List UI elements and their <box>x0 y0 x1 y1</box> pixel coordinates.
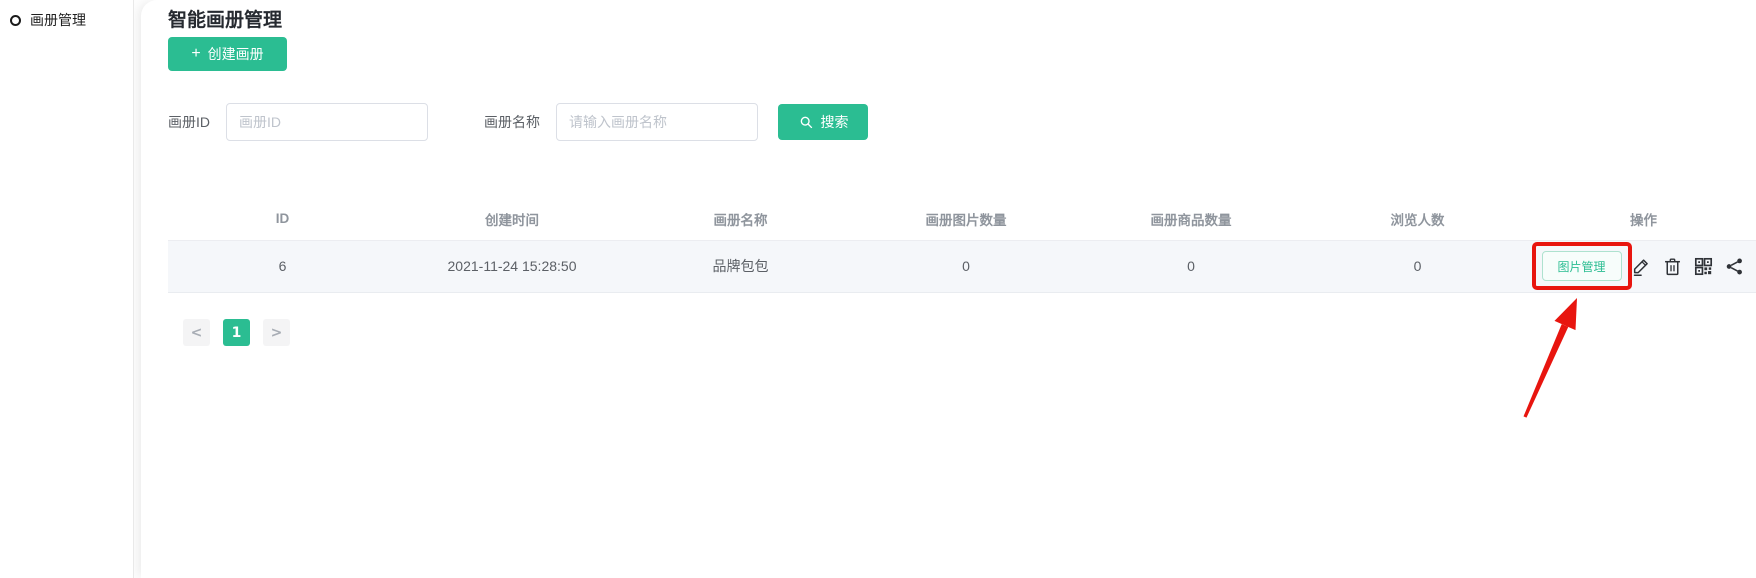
delete-icon <box>1662 256 1683 277</box>
col-header-view-count: 浏览人数 <box>1304 198 1531 240</box>
qrcode-icon <box>1693 256 1714 277</box>
col-header-image-count: 画册图片数量 <box>854 198 1078 240</box>
search-icon <box>798 114 814 130</box>
create-album-label: 创建画册 <box>208 44 264 64</box>
col-header-product-count: 画册商品数量 <box>1078 198 1304 240</box>
sidebar: 画册管理 <box>0 0 134 578</box>
page-title: 智能画册管理 <box>168 5 282 32</box>
main-content: 智能画册管理 + 创建画册 画册ID 画册名称 搜索 <box>141 0 1756 578</box>
cell-actions: 图片管理 <box>1531 240 1756 292</box>
share-button[interactable] <box>1724 255 1746 277</box>
circle-icon <box>10 15 21 26</box>
sidebar-item-label: 画册管理 <box>30 10 86 30</box>
album-management-page: 画册管理 智能画册管理 + 创建画册 画册ID 画册名称 搜索 <box>0 0 1756 578</box>
col-header-created-at: 创建时间 <box>397 198 627 240</box>
qrcode-button[interactable] <box>1693 255 1715 277</box>
cell-view-count: 0 <box>1304 240 1531 292</box>
table-row: 6 2021-11-24 15:28:50 品牌包包 0 0 0 图片管理 <box>168 240 1756 292</box>
edit-icon <box>1631 256 1652 277</box>
plus-icon: + <box>191 46 200 62</box>
col-header-actions: 操作 <box>1531 198 1756 240</box>
album-name-label: 画册名称 <box>484 112 540 132</box>
album-name-input[interactable] <box>556 103 758 141</box>
sidebar-item-album-management[interactable]: 画册管理 <box>0 0 133 40</box>
search-button[interactable]: 搜索 <box>778 104 868 140</box>
search-button-label: 搜索 <box>821 112 849 132</box>
pagination-next-button[interactable]: > <box>263 319 290 346</box>
edit-button[interactable] <box>1631 255 1653 277</box>
search-form: 画册ID 画册名称 搜索 <box>168 103 868 141</box>
col-header-name: 画册名称 <box>627 198 854 240</box>
image-manage-button[interactable]: 图片管理 <box>1542 251 1622 281</box>
cell-created-at: 2021-11-24 15:28:50 <box>397 240 627 292</box>
pagination: < 1 > <box>183 319 290 346</box>
cell-product-count: 0 <box>1078 240 1304 292</box>
cell-id: 6 <box>168 240 397 292</box>
pagination-prev-button[interactable]: < <box>183 319 210 346</box>
cell-image-count: 0 <box>854 240 1078 292</box>
create-album-button[interactable]: + 创建画册 <box>168 37 287 71</box>
cell-name: 品牌包包 <box>627 240 854 292</box>
album-id-input[interactable] <box>226 103 428 141</box>
table-header-row: ID 创建时间 画册名称 画册图片数量 画册商品数量 浏览人数 操作 <box>168 198 1756 240</box>
album-table: ID 创建时间 画册名称 画册图片数量 画册商品数量 浏览人数 操作 6 202… <box>168 198 1756 293</box>
share-icon <box>1724 256 1745 277</box>
image-manage-annotated: 图片管理 <box>1542 251 1622 281</box>
pagination-page-1[interactable]: 1 <box>223 319 250 346</box>
delete-button[interactable] <box>1662 255 1684 277</box>
col-header-id: ID <box>168 198 397 240</box>
album-id-label: 画册ID <box>168 112 210 132</box>
